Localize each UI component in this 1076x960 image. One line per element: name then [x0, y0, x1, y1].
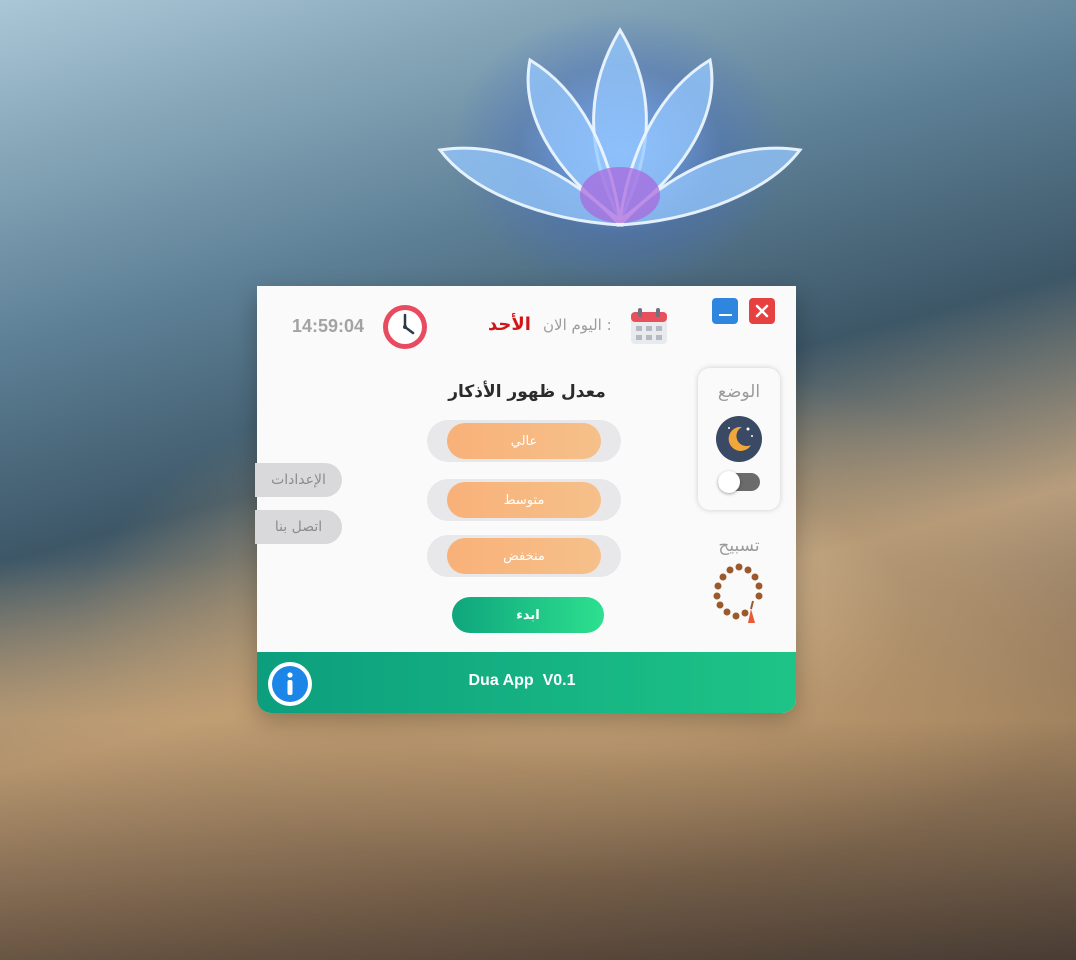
rate-title: معدل ظهور الأذكار [448, 382, 606, 402]
moon-icon [716, 416, 762, 462]
level-high-button[interactable]: عالي [447, 423, 601, 459]
app-version-title: Dua App V0.1 [468, 672, 576, 689]
mode-toggle[interactable] [718, 471, 760, 493]
toggle-knob [718, 471, 740, 493]
calendar-icon [631, 308, 667, 344]
start-button[interactable]: ابدء [452, 597, 604, 633]
level-high-track: عالي [427, 420, 621, 462]
background-lotus-flower [437, 27, 803, 227]
settings-tab[interactable]: الإعدادات [255, 463, 342, 497]
footer-bar: Dua App V0.1 [257, 652, 796, 713]
prayer-beads-icon[interactable] [707, 561, 771, 625]
minimize-button[interactable] [712, 298, 738, 324]
level-low-track: منخفض [427, 535, 621, 577]
day-label: اليوم الان : [543, 316, 612, 334]
info-icon[interactable] [267, 661, 313, 707]
minimize-icon [718, 314, 732, 316]
mode-label: الوضع [717, 382, 761, 402]
clock-icon [383, 305, 427, 349]
current-time: 14:59:04 [292, 316, 365, 336]
level-low-button[interactable]: منخفض [447, 538, 601, 574]
level-medium-track: متوسط [427, 479, 621, 521]
tasbih-label: تسبيح [718, 536, 760, 556]
close-icon [755, 304, 769, 318]
level-medium-button[interactable]: متوسط [447, 482, 601, 518]
dua-app-window: 14:59:04 الأحد اليوم الان : معدل ظهور ال… [255, 286, 796, 713]
day-name: الأحد [488, 314, 531, 335]
contact-us-tab[interactable]: اتصل بنا [255, 510, 342, 544]
close-button[interactable] [749, 298, 775, 324]
mode-card: الوضع [698, 368, 780, 510]
